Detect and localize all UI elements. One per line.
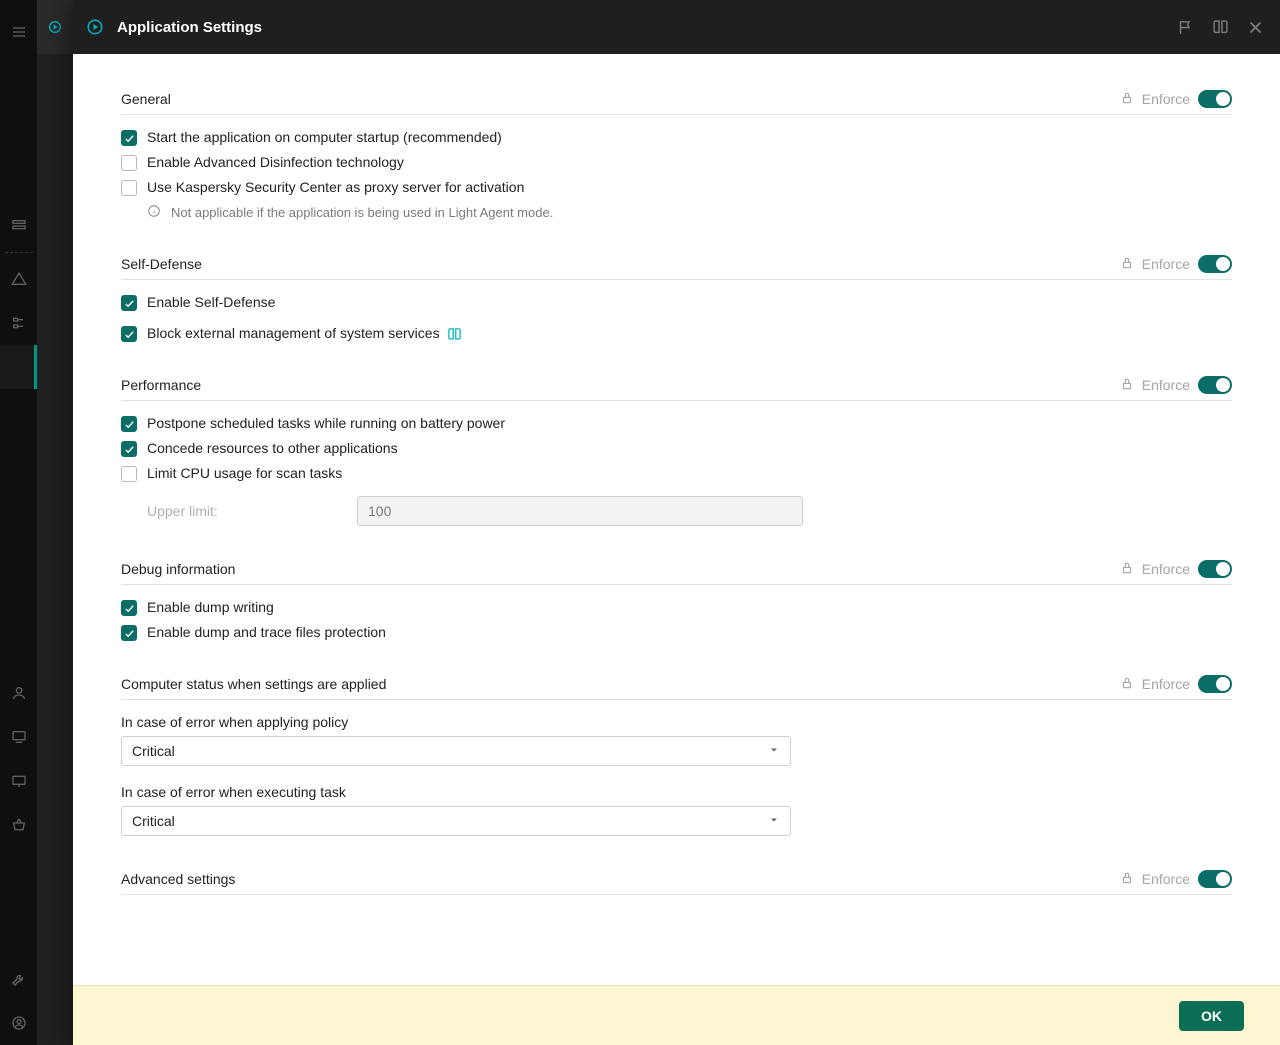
info-note: Not applicable if the application is bei… xyxy=(171,205,553,220)
lock-icon xyxy=(1120,676,1134,693)
upper-limit-label: Upper limit: xyxy=(147,503,337,519)
settings-panel: Application Settings xyxy=(73,0,1280,1045)
checkbox-protect[interactable] xyxy=(121,625,137,641)
panel-footer: OK xyxy=(73,985,1280,1045)
header-play-circle-icon xyxy=(85,17,105,37)
section-title: Debug information xyxy=(121,561,235,577)
checkbox-block-external[interactable] xyxy=(121,326,137,342)
policy-error-select[interactable]: Critical xyxy=(121,736,791,766)
enforce-toggle-advanced[interactable] xyxy=(1198,870,1232,888)
section-status: Computer status when settings are applie… xyxy=(121,675,1232,836)
label-proxy: Use Kaspersky Security Center as proxy s… xyxy=(147,179,524,195)
section-advanced: Advanced settings Enforce xyxy=(121,870,1232,895)
enforce-toggle-general[interactable] xyxy=(1198,90,1232,108)
section-title: General xyxy=(121,91,171,107)
chevron-down-icon xyxy=(768,813,780,829)
enforce-label: Enforce xyxy=(1142,561,1190,577)
enforce-label: Enforce xyxy=(1142,676,1190,692)
panel-header: Application Settings xyxy=(73,0,1280,54)
lock-icon xyxy=(1120,561,1134,578)
drawer-edge-icon[interactable] xyxy=(37,0,73,54)
assets-icon[interactable] xyxy=(0,301,37,345)
devices-icon[interactable] xyxy=(0,759,37,803)
enforce-toggle-self-defense[interactable] xyxy=(1198,255,1232,273)
checkbox-limit-cpu[interactable] xyxy=(121,466,137,482)
task-error-label: In case of error when executing task xyxy=(121,784,1232,800)
checkbox-battery[interactable] xyxy=(121,416,137,432)
section-title: Self-Defense xyxy=(121,256,202,272)
nav-active-item[interactable] xyxy=(0,345,37,389)
page-title: Application Settings xyxy=(117,19,1177,36)
chevron-down-icon xyxy=(768,743,780,759)
checkbox-dump[interactable] xyxy=(121,600,137,616)
section-title: Performance xyxy=(121,377,201,393)
alerts-icon[interactable] xyxy=(0,257,37,301)
enforce-label: Enforce xyxy=(1142,871,1190,887)
section-general: General Enforce Start the application on… xyxy=(121,90,1232,221)
enforce-toggle-debug[interactable] xyxy=(1198,560,1232,578)
label-block-external: Block external management of system serv… xyxy=(147,325,440,341)
section-title: Computer status when settings are applie… xyxy=(121,676,386,692)
label-disinfection: Enable Advanced Disinfection technology xyxy=(147,154,404,170)
task-error-select[interactable]: Critical xyxy=(121,806,791,836)
section-title: Advanced settings xyxy=(121,871,235,887)
label-startup: Start the application on computer startu… xyxy=(147,129,502,145)
operations-icon[interactable] xyxy=(0,715,37,759)
section-performance: Performance Enforce Postpone scheduled t… xyxy=(121,376,1232,526)
checkbox-proxy[interactable] xyxy=(121,180,137,196)
checkbox-startup[interactable] xyxy=(121,130,137,146)
basket-icon[interactable] xyxy=(0,803,37,847)
checkbox-disinfection[interactable] xyxy=(121,155,137,171)
left-nav-rail xyxy=(0,0,37,1045)
flag-icon[interactable] xyxy=(1177,19,1194,36)
label-limit-cpu: Limit CPU usage for scan tasks xyxy=(147,465,342,481)
account-icon[interactable] xyxy=(0,1001,37,1045)
enforce-label: Enforce xyxy=(1142,256,1190,272)
panel-body: General Enforce Start the application on… xyxy=(73,54,1280,985)
lock-icon xyxy=(1120,91,1134,108)
section-debug: Debug information Enforce Enable dump wr… xyxy=(121,560,1232,641)
ok-button[interactable]: OK xyxy=(1179,1001,1244,1031)
task-error-value: Critical xyxy=(132,813,175,829)
policy-error-label: In case of error when applying policy xyxy=(121,714,1232,730)
section-self-defense: Self-Defense Enforce Enable Self-Defense xyxy=(121,255,1232,342)
label-battery: Postpone scheduled tasks while running o… xyxy=(147,415,505,431)
help-book-icon[interactable] xyxy=(447,327,462,342)
checkbox-concede[interactable] xyxy=(121,441,137,457)
policy-error-value: Critical xyxy=(132,743,175,759)
close-icon[interactable] xyxy=(1247,19,1264,36)
label-dump: Enable dump writing xyxy=(147,599,274,615)
lock-icon xyxy=(1120,256,1134,273)
label-self-defense: Enable Self-Defense xyxy=(147,294,275,310)
upper-limit-input xyxy=(357,496,803,526)
hamburger-menu-icon[interactable] xyxy=(0,10,37,54)
users-icon[interactable] xyxy=(0,671,37,715)
enforce-label: Enforce xyxy=(1142,377,1190,393)
label-concede: Concede resources to other applications xyxy=(147,440,398,456)
enforce-toggle-status[interactable] xyxy=(1198,675,1232,693)
wrench-icon[interactable] xyxy=(0,957,37,1001)
lock-icon xyxy=(1120,871,1134,888)
checkbox-self-defense[interactable] xyxy=(121,295,137,311)
enforce-label: Enforce xyxy=(1142,91,1190,107)
lock-icon xyxy=(1120,377,1134,394)
info-icon xyxy=(147,204,161,221)
label-protect: Enable dump and trace files protection xyxy=(147,624,386,640)
dashboard-icon[interactable] xyxy=(0,204,37,248)
book-icon[interactable] xyxy=(1212,19,1229,36)
enforce-toggle-performance[interactable] xyxy=(1198,376,1232,394)
